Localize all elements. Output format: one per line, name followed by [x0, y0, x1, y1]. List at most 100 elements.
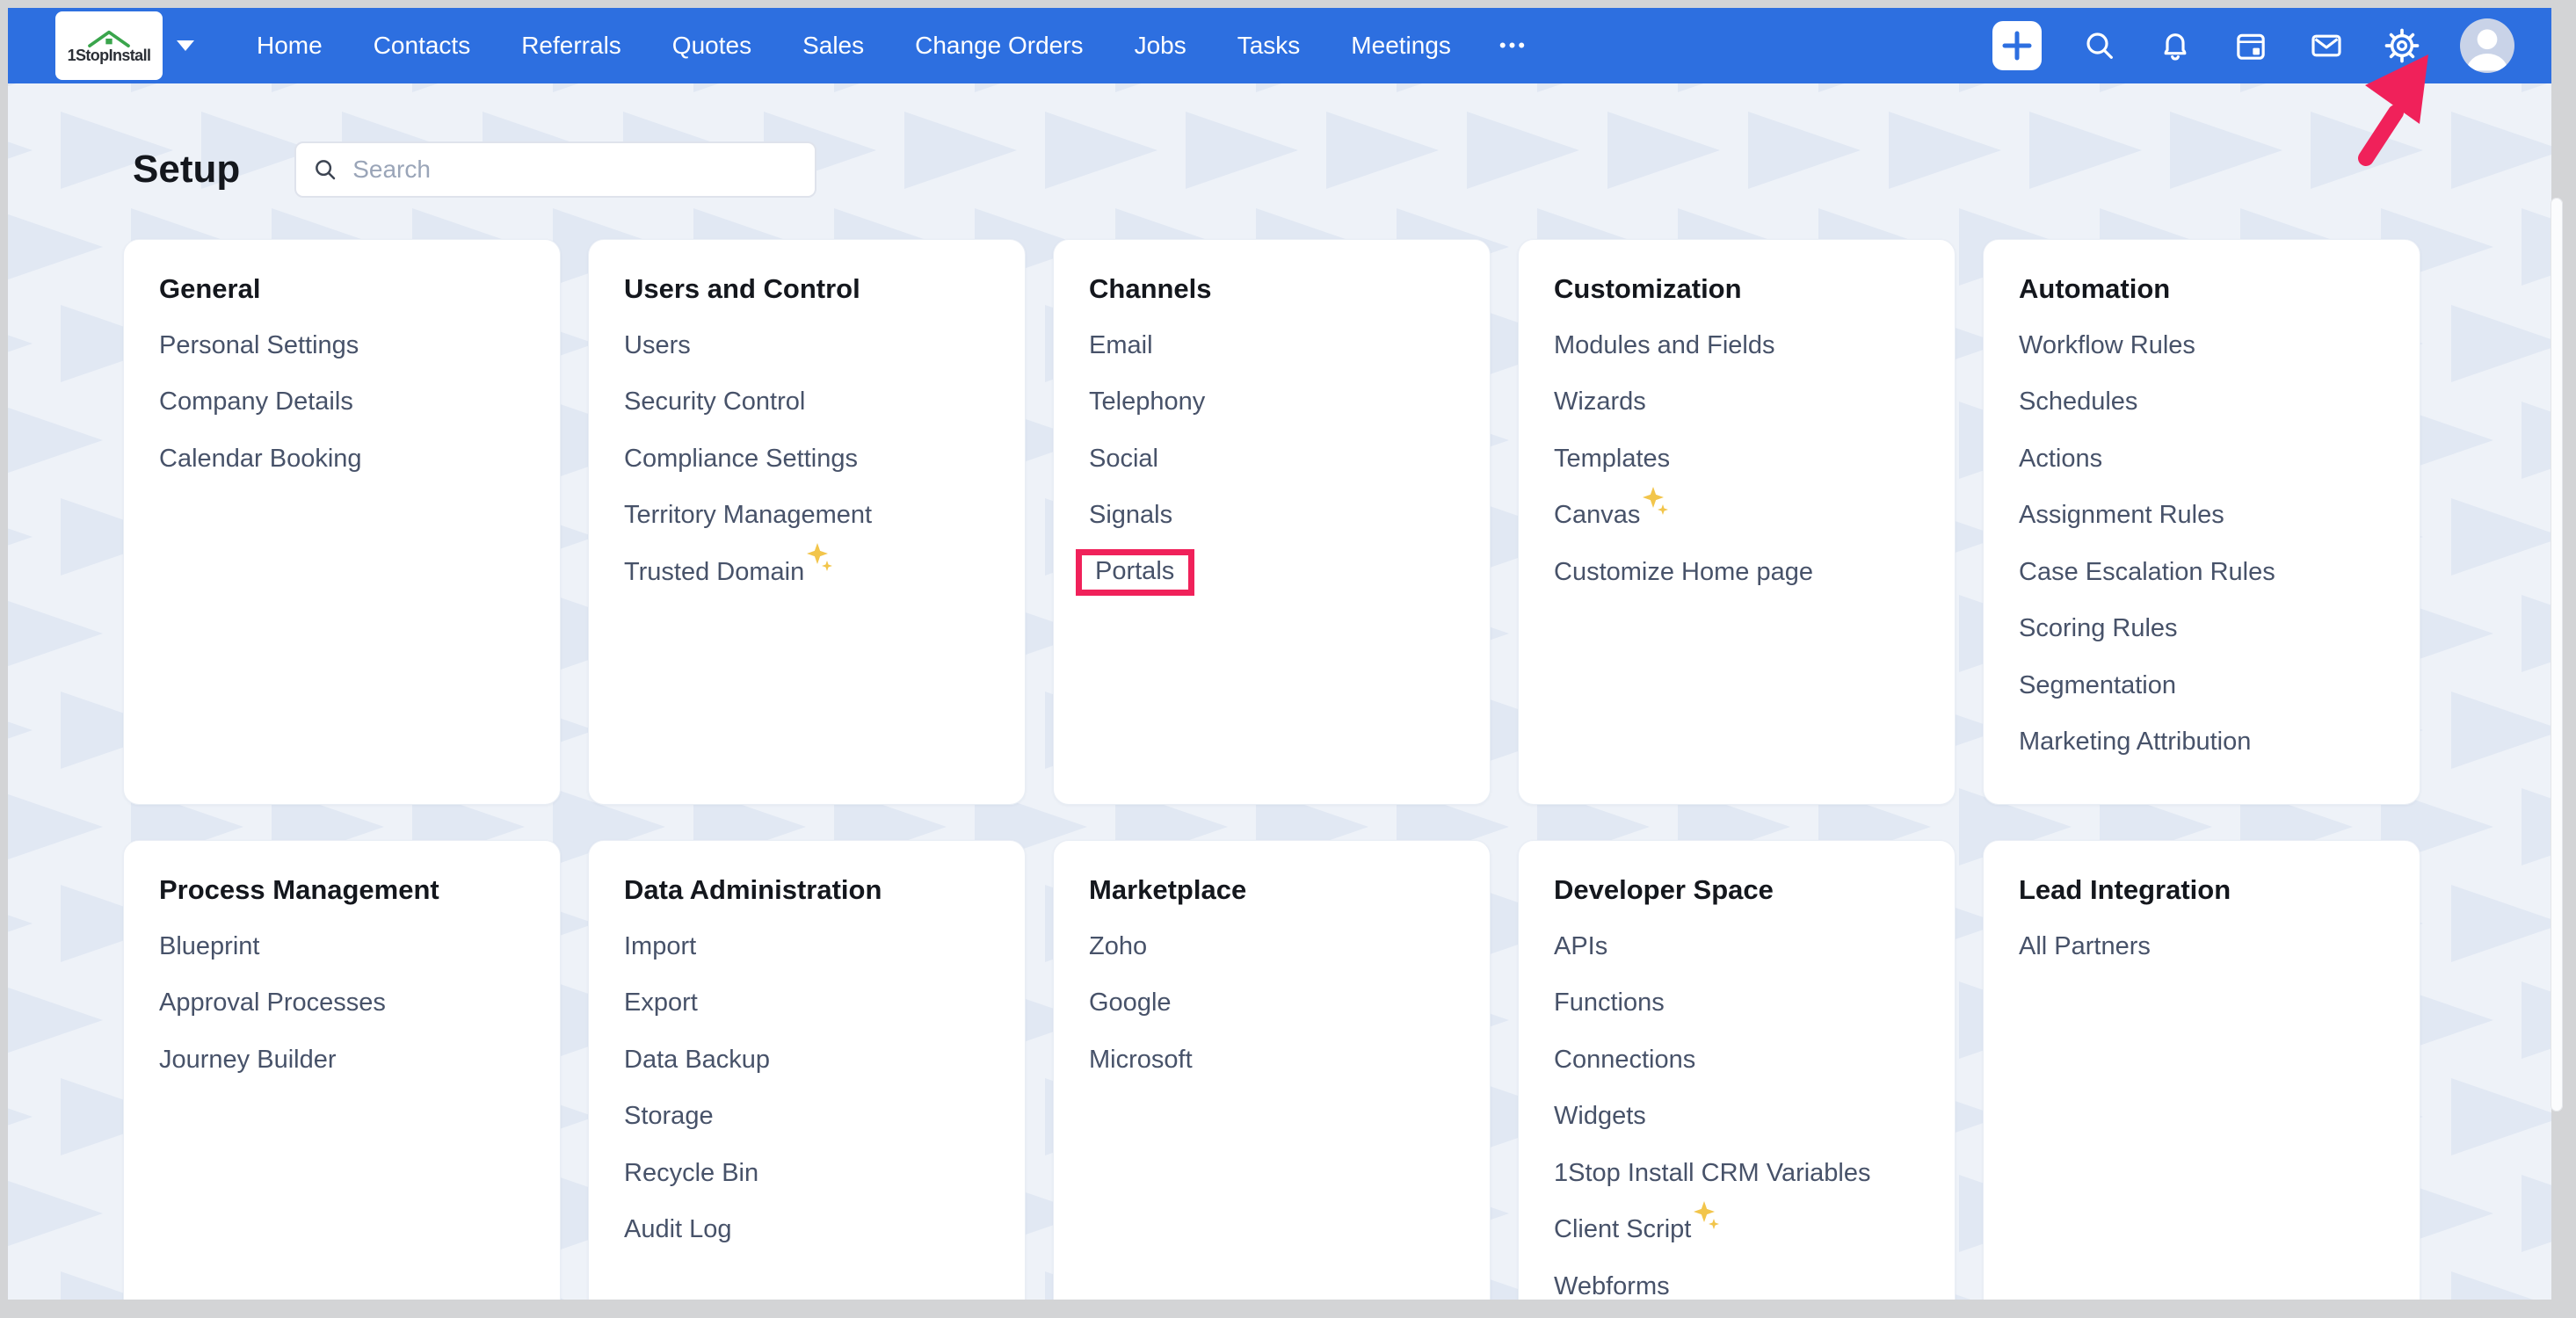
- user-avatar[interactable]: [2460, 18, 2514, 73]
- setup-item-scoring-rules[interactable]: Scoring Rules: [2019, 601, 2384, 658]
- setup-item-schedules[interactable]: Schedules: [2019, 374, 2384, 431]
- setup-item-data-backup[interactable]: Data Backup: [624, 1032, 990, 1089]
- setup-item-zoho[interactable]: Zoho: [1089, 918, 1455, 975]
- item-label: Marketing Attribution: [2019, 728, 2251, 757]
- setup-item-functions[interactable]: Functions: [1554, 975, 1919, 1032]
- item-label: 1Stop Install CRM Variables: [1554, 1159, 1871, 1188]
- setup-item-import[interactable]: Import: [624, 918, 990, 975]
- scrollbar-thumb[interactable]: [2551, 198, 2563, 1112]
- org-switcher-caret-icon[interactable]: [177, 40, 194, 51]
- setup-item-case-escalation-rules[interactable]: Case Escalation Rules: [2019, 544, 2384, 601]
- item-label: Territory Management: [624, 501, 872, 530]
- card-developer-space: Developer SpaceAPIsFunctionsConnectionsW…: [1518, 840, 1956, 1300]
- setup-item-email[interactable]: Email: [1089, 317, 1455, 374]
- calendar-icon[interactable]: [2233, 28, 2268, 63]
- create-record-icon[interactable]: [1992, 21, 2042, 70]
- setup-item-approval-processes[interactable]: Approval Processes: [159, 975, 525, 1032]
- setup-item-all-partners[interactable]: All Partners: [2019, 918, 2384, 975]
- item-label: Functions: [1554, 988, 1665, 1017]
- setup-item-webforms[interactable]: Webforms: [1554, 1258, 1919, 1300]
- nav-link-sales[interactable]: Sales: [777, 32, 889, 60]
- org-logo[interactable]: 1StopInstall: [55, 11, 163, 80]
- setup-item-blueprint[interactable]: Blueprint: [159, 918, 525, 975]
- sparkle-icon: [1694, 1201, 1719, 1229]
- top-navbar: 1StopInstall HomeContactsReferralsQuotes…: [8, 8, 2551, 83]
- nav-link-home[interactable]: Home: [231, 32, 348, 60]
- nav-link-referrals[interactable]: Referrals: [496, 32, 647, 60]
- search-icon[interactable]: [2082, 28, 2117, 63]
- sparkle-icon: [1643, 487, 1668, 515]
- setup-item-client-script[interactable]: Client Script: [1554, 1202, 1919, 1259]
- card-title-process-management: Process Management: [159, 873, 525, 908]
- nav-link-meetings[interactable]: Meetings: [1325, 32, 1477, 60]
- setup-header: Setup: [133, 141, 816, 198]
- item-label: Segmentation: [2019, 671, 2176, 700]
- setup-item-security-control[interactable]: Security Control: [624, 374, 990, 431]
- setup-item-widgets[interactable]: Widgets: [1554, 1089, 1919, 1146]
- setup-item-segmentation[interactable]: Segmentation: [2019, 657, 2384, 714]
- setup-item-company-details[interactable]: Company Details: [159, 374, 525, 431]
- search-input[interactable]: [351, 155, 799, 185]
- item-label: APIs: [1554, 932, 1607, 961]
- item-label: Company Details: [159, 387, 353, 416]
- setup-item-portals[interactable]: Portals: [1089, 544, 1455, 601]
- nav-link-tasks[interactable]: Tasks: [1212, 32, 1326, 60]
- card-list: BlueprintApproval ProcessesJourney Build…: [159, 918, 525, 1089]
- card-title-channels: Channels: [1089, 272, 1455, 307]
- setup-item-storage[interactable]: Storage: [624, 1089, 990, 1146]
- sparkle-icon: [807, 543, 832, 571]
- setup-item-templates[interactable]: Templates: [1554, 431, 1919, 488]
- setup-item-trusted-domain[interactable]: Trusted Domain: [624, 544, 990, 601]
- card-list: Users Security ControlCompliance Settings…: [624, 317, 990, 601]
- setup-item-microsoft[interactable]: Microsoft: [1089, 1032, 1455, 1089]
- setup-item-marketing-attribution[interactable]: Marketing Attribution: [2019, 714, 2384, 771]
- setup-search-box: [294, 141, 816, 198]
- setup-item-signals[interactable]: Signals: [1089, 488, 1455, 545]
- notifications-bell-icon[interactable]: [2158, 28, 2193, 63]
- setup-item-social[interactable]: Social: [1089, 431, 1455, 488]
- item-label: Email: [1089, 331, 1153, 360]
- nav-link-contacts[interactable]: Contacts: [348, 32, 497, 60]
- card-list: All Partners: [2019, 918, 2384, 975]
- setup-item-actions[interactable]: Actions: [2019, 431, 2384, 488]
- setup-item-territory-management[interactable]: Territory Management: [624, 488, 990, 545]
- item-label: Signals: [1089, 501, 1172, 530]
- setup-item-workflow-rules[interactable]: Workflow Rules: [2019, 317, 2384, 374]
- setup-item-users[interactable]: Users: [624, 317, 990, 374]
- card-title-data-administration: Data Administration: [624, 873, 990, 908]
- item-label: Storage: [624, 1102, 714, 1131]
- setup-item-export[interactable]: Export: [624, 975, 990, 1032]
- settings-gear-icon[interactable]: [2384, 28, 2420, 63]
- setup-item-personal-settings[interactable]: Personal Settings: [159, 317, 525, 374]
- setup-item-journey-builder[interactable]: Journey Builder: [159, 1032, 525, 1089]
- nav-link-quotes[interactable]: Quotes: [647, 32, 777, 60]
- setup-item-recycle-bin[interactable]: Recycle Bin: [624, 1145, 990, 1202]
- item-label: Telephony: [1089, 387, 1205, 416]
- setup-item-customize-home-page[interactable]: Customize Home page: [1554, 544, 1919, 601]
- setup-item-1stop-install-crm-variables[interactable]: 1Stop Install CRM Variables: [1554, 1145, 1919, 1202]
- setup-item-connections[interactable]: Connections: [1554, 1032, 1919, 1089]
- item-label: Users: [624, 331, 691, 360]
- nav-link-change-orders[interactable]: Change Orders: [889, 32, 1108, 60]
- setup-item-telephony[interactable]: Telephony: [1089, 374, 1455, 431]
- item-label: Canvas: [1554, 501, 1640, 530]
- setup-item-audit-log[interactable]: Audit Log: [624, 1202, 990, 1259]
- nav-more-button[interactable]: •••: [1477, 34, 1550, 57]
- setup-item-modules-and-fields[interactable]: Modules and Fields: [1554, 317, 1919, 374]
- item-label: Microsoft: [1089, 1046, 1193, 1075]
- setup-item-compliance-settings[interactable]: Compliance Settings: [624, 431, 990, 488]
- item-label: Recycle Bin: [624, 1159, 758, 1188]
- highlighted-item-label: Portals: [1076, 549, 1194, 596]
- setup-item-google[interactable]: Google: [1089, 975, 1455, 1032]
- setup-item-canvas[interactable]: Canvas: [1554, 488, 1919, 545]
- item-label: Trusted Domain: [624, 558, 804, 587]
- card-title-marketplace: Marketplace: [1089, 873, 1455, 908]
- mail-icon[interactable]: [2309, 28, 2344, 63]
- setup-item-wizards[interactable]: Wizards: [1554, 374, 1919, 431]
- setup-item-calendar-booking[interactable]: Calendar Booking: [159, 431, 525, 488]
- setup-item-assignment-rules[interactable]: Assignment Rules: [2019, 488, 2384, 545]
- setup-item-apis[interactable]: APIs: [1554, 918, 1919, 975]
- nav-link-jobs[interactable]: Jobs: [1109, 32, 1212, 60]
- item-label: Audit Log: [624, 1215, 732, 1244]
- item-label: Personal Settings: [159, 331, 359, 360]
